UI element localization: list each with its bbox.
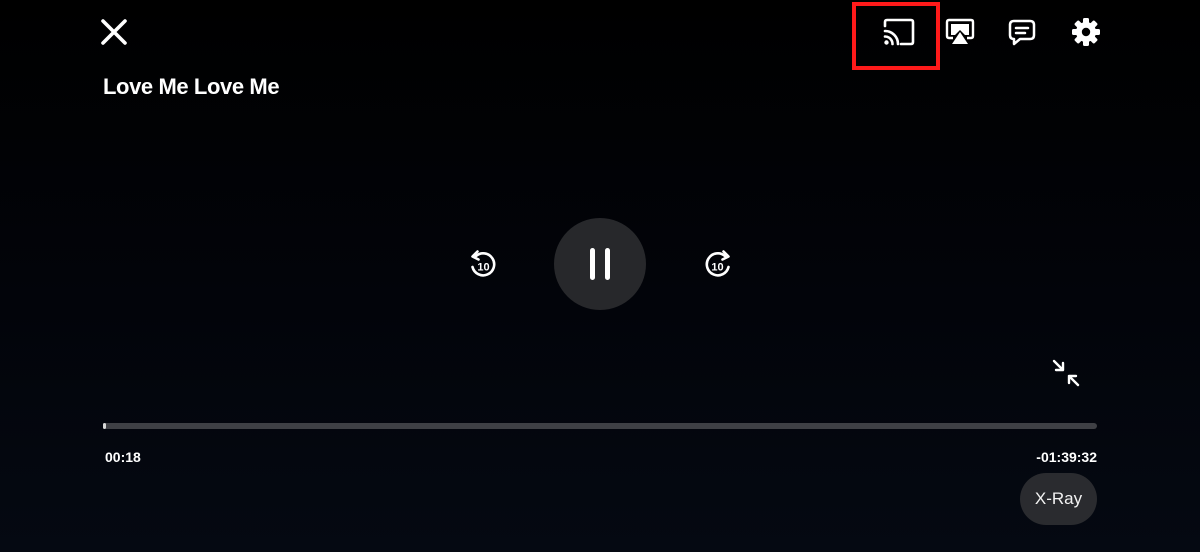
airplay-icon [945, 18, 975, 44]
forward-seconds-label: 10 [711, 262, 723, 274]
close-icon [101, 19, 127, 45]
rewind-10-icon: 10 [471, 250, 496, 277]
close-button[interactable] [94, 12, 134, 52]
forward-button[interactable]: 10 [697, 244, 739, 286]
cast-button[interactable] [876, 12, 920, 52]
settings-button[interactable] [1065, 11, 1107, 53]
cast-icon [883, 18, 915, 46]
progress-fill [103, 423, 106, 429]
pause-button[interactable] [554, 218, 646, 310]
minimize-button[interactable] [1045, 352, 1087, 394]
rewind-button[interactable]: 10 [462, 244, 504, 286]
video-title: Love Me Love Me [103, 74, 280, 99]
xray-button[interactable]: X-Ray [1020, 473, 1097, 525]
exit-fullscreen-icon [1052, 359, 1080, 387]
time-elapsed: 00:18 [105, 449, 141, 465]
subtitles-icon [1008, 19, 1036, 46]
gear-icon [1072, 18, 1100, 46]
rewind-seconds-label: 10 [477, 262, 489, 274]
subtitles-button[interactable] [1002, 12, 1042, 52]
progress-bar[interactable] [103, 423, 1097, 429]
forward-10-icon: 10 [705, 250, 730, 277]
pause-icon [590, 248, 610, 280]
time-remaining: -01:39:32 [1036, 449, 1097, 465]
airplay-button[interactable] [940, 12, 980, 52]
video-player: Love Me Love Me 10 10 00:18 -01:39:32 X-… [0, 0, 1200, 552]
